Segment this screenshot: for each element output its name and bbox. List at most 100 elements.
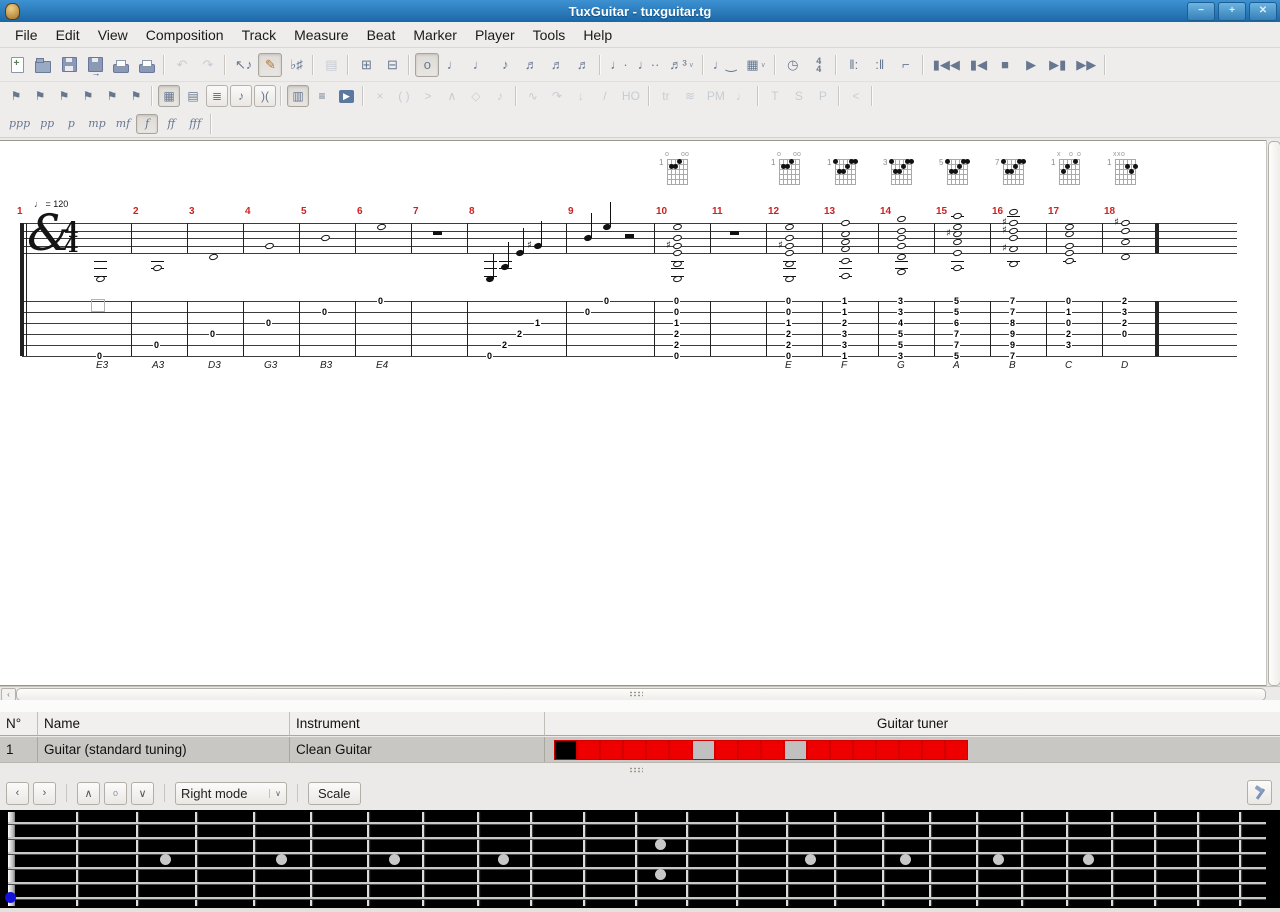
menu-tools[interactable]: Tools	[524, 25, 575, 45]
close-button[interactable]: ✕	[1249, 2, 1277, 21]
menu-measure[interactable]: Measure	[285, 25, 357, 45]
save-button[interactable]	[57, 53, 81, 77]
chord-diagram-fret	[891, 174, 912, 175]
track-row-number[interactable]: 1	[0, 737, 38, 762]
transport-previous-button[interactable]: ▮◀	[966, 53, 991, 77]
bottom-sash[interactable]	[0, 762, 1280, 777]
caret-duration-button[interactable]: o	[104, 782, 127, 805]
transport-next-button[interactable]: ▶▮	[1045, 53, 1070, 77]
maximize-button[interactable]: +	[1218, 2, 1246, 21]
minimize-button[interactable]: −	[1187, 2, 1215, 21]
dynamic-mp-button[interactable]: mp	[84, 114, 109, 134]
tempo-button[interactable]: ◷	[781, 53, 805, 77]
save-as-button[interactable]	[83, 53, 107, 77]
print-preview-button[interactable]	[135, 53, 159, 77]
marker-last-icon: ⚑	[131, 89, 142, 103]
view-note-button[interactable]: ♪	[230, 85, 252, 107]
score-horizontal-scrollbar[interactable]: ‹	[0, 686, 1280, 701]
tab-fret-number: 0	[785, 307, 792, 317]
fretboard-next-button[interactable]: ›	[33, 782, 56, 805]
track-row-name[interactable]: Guitar (standard tuning)	[38, 737, 290, 762]
duration-sixtyfourth-button[interactable]: ♬	[571, 53, 595, 77]
view-compact-icon: )(	[261, 89, 269, 103]
duration-sixteenth-button[interactable]: ♬	[519, 53, 543, 77]
menu-beat[interactable]: Beat	[358, 25, 405, 45]
hand-mode-select[interactable]: Right mode ∨	[175, 782, 287, 805]
menu-marker[interactable]: Marker	[404, 25, 466, 45]
dynamic-f-button[interactable]: f	[136, 114, 158, 134]
menu-edit[interactable]: Edit	[47, 25, 89, 45]
open-file-button[interactable]	[31, 53, 55, 77]
duration-thirtysecond-button[interactable]: ♬	[545, 53, 569, 77]
caret-up-button[interactable]: ∧	[77, 782, 100, 805]
tab-fret-number: 1	[841, 296, 848, 306]
duration-whole-button[interactable]: o	[415, 53, 439, 77]
edit-mode-button[interactable]: ↖♪	[231, 53, 256, 77]
fretboard-settings-button[interactable]	[1247, 780, 1272, 805]
score-vertical-scrollbar[interactable]	[1266, 140, 1280, 686]
double-dotted-note-button[interactable]: ♩··	[634, 53, 664, 77]
chord-diagram-string	[1135, 159, 1136, 184]
marker-first-button[interactable]: ⚑	[53, 85, 75, 107]
duration-eighth-button[interactable]: ♪	[493, 53, 517, 77]
transport-first-button[interactable]: ▮◀◀	[929, 53, 964, 77]
show-mixer-button[interactable]: ≡	[311, 85, 333, 107]
dynamic-fff-button[interactable]: fff	[184, 114, 206, 134]
add-measure-button[interactable]: ⊞	[354, 53, 378, 77]
scale-button[interactable]: Scale	[308, 782, 361, 805]
dynamic-ff-button[interactable]: ff	[160, 114, 182, 134]
transport-stop-button[interactable]: ■	[993, 53, 1017, 77]
marker-add-button[interactable]: ⚑	[5, 85, 27, 107]
dotted-note-button[interactable]: ♩·	[606, 53, 631, 77]
sash-grip-top[interactable]	[629, 691, 643, 697]
marker-previous-button[interactable]: ⚑	[77, 85, 99, 107]
fretboard[interactable]	[0, 810, 1280, 908]
chord-diagram-fret	[947, 174, 968, 175]
marker-last-button[interactable]: ⚑	[125, 85, 147, 107]
dynamic-pp-button[interactable]: pp	[36, 114, 58, 134]
sash-grip-bottom[interactable]	[629, 767, 643, 773]
fretboard-prev-button[interactable]: ‹	[6, 782, 29, 805]
transport-last-button[interactable]: ▶▶	[1072, 53, 1100, 77]
menu-help[interactable]: Help	[574, 25, 621, 45]
repeat-open-button[interactable]: ‖:	[842, 53, 866, 77]
menu-file[interactable]: File	[6, 25, 47, 45]
tuplet-button[interactable]: ♬³∨	[665, 53, 697, 77]
new-file-button[interactable]	[5, 53, 29, 77]
track-row-instrument[interactable]: Clean Guitar	[290, 737, 545, 762]
print-button[interactable]	[109, 53, 133, 77]
view-piano-button[interactable]: ▤	[182, 85, 204, 107]
menu-view[interactable]: View	[89, 25, 137, 45]
tied-note-button[interactable]: ♩‿	[709, 53, 740, 77]
barline	[1046, 301, 1047, 356]
duration-quarter-button[interactable]: ♩	[467, 53, 491, 77]
menu-player[interactable]: Player	[466, 25, 524, 45]
accidentals-button[interactable]: ♭♯	[284, 53, 308, 77]
dynamic-mf-button[interactable]: mf	[112, 114, 135, 134]
dynamic-ppp-button[interactable]: ppp	[5, 114, 34, 134]
marker-remove-button[interactable]: ⚑	[29, 85, 51, 107]
effect-harmonic-button: ◇	[465, 85, 487, 107]
tuner-cell-red	[830, 740, 853, 760]
duration-half-button[interactable]: ♩	[441, 53, 465, 77]
show-player-button[interactable]: ▶	[335, 85, 358, 107]
menu-composition[interactable]: Composition	[137, 25, 233, 45]
dynamic-p-button[interactable]: p	[60, 114, 82, 134]
vscroll-thumb[interactable]	[1268, 141, 1280, 686]
view-compact-button[interactable]: )(	[254, 85, 276, 107]
view-matrix-button[interactable]: ▦	[158, 85, 180, 107]
show-fretboard-button[interactable]: ▥	[287, 85, 309, 107]
beat-group-button[interactable]: ▦∨	[742, 53, 769, 77]
edit-voice-pencil-button[interactable]: ✎	[258, 53, 282, 77]
repeat-alternative-button[interactable]: ⌐	[894, 53, 918, 77]
marker-next-button[interactable]: ⚑	[101, 85, 123, 107]
transport-play-button[interactable]: ▶	[1019, 53, 1043, 77]
caret-down-button[interactable]: ∨	[131, 782, 154, 805]
remove-measure-button[interactable]: ⊟	[380, 53, 404, 77]
menu-track[interactable]: Track	[233, 25, 285, 45]
time-signature-button[interactable]: 44	[807, 53, 831, 77]
repeat-close-button[interactable]: :‖	[868, 53, 892, 77]
view-score-button[interactable]: ≣	[206, 85, 228, 107]
guitar-tuner-strip[interactable]	[545, 737, 1280, 762]
score-canvas[interactable]: 123456789101112131415161718♩ = 120&44♯♯♯…	[0, 140, 1280, 686]
